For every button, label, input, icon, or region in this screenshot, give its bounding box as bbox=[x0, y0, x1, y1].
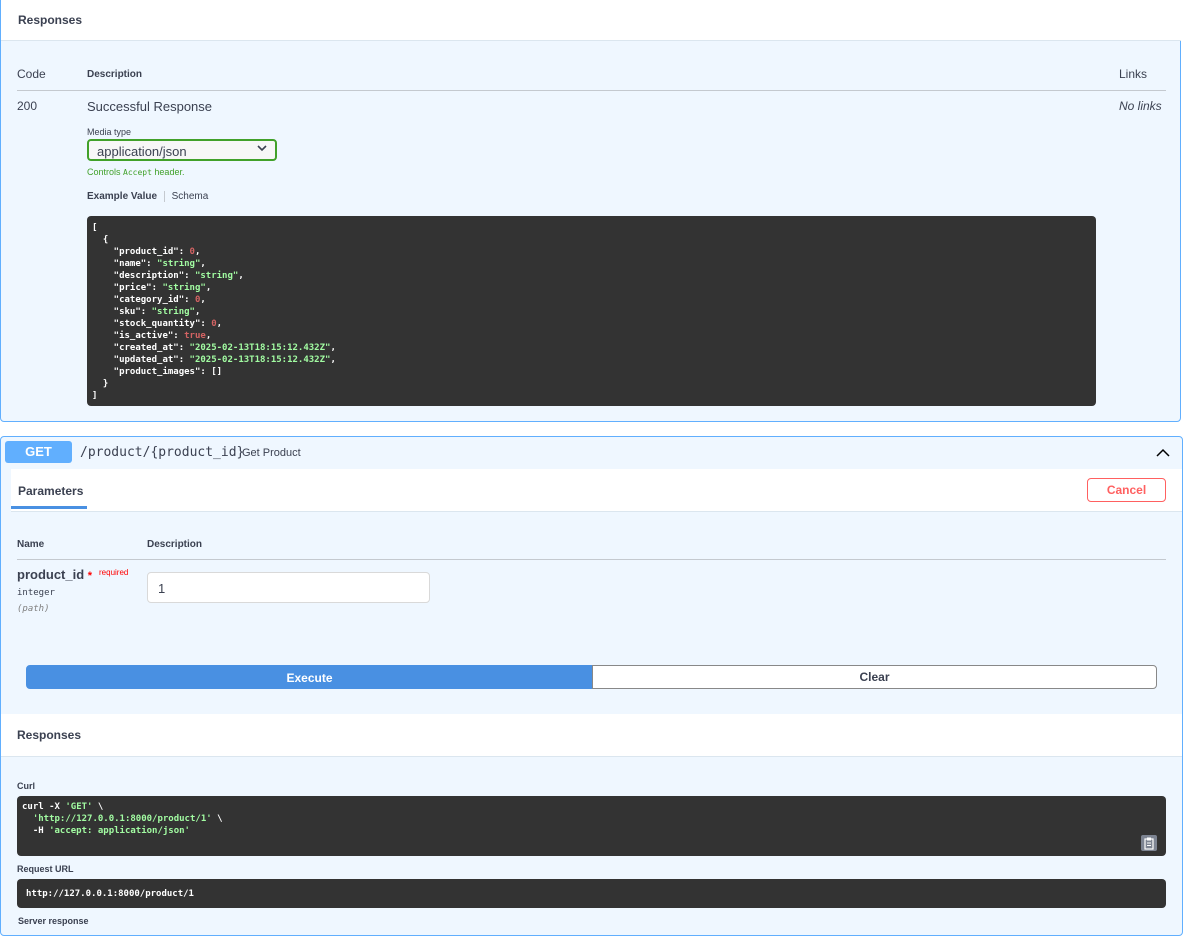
product-id-input[interactable]: 1 bbox=[147, 572, 430, 603]
execute-button[interactable]: Execute bbox=[26, 665, 593, 689]
col-param-description-header: Description bbox=[147, 539, 203, 550]
operation-summary[interactable]: Get Product bbox=[242, 447, 301, 459]
param-type: integer bbox=[17, 588, 55, 598]
curl-line: curl -X 'GET' \ bbox=[22, 802, 104, 812]
parameters-bar bbox=[11, 469, 1182, 512]
code-line: "stock_quantity": 0, bbox=[92, 319, 223, 329]
code-line: "price": "string", bbox=[92, 283, 212, 293]
param-required-label: required bbox=[99, 568, 129, 577]
cancel-button[interactable]: Cancel bbox=[1087, 478, 1166, 502]
param-header-divider bbox=[17, 559, 1166, 560]
request-url-label: Request URL bbox=[17, 864, 74, 874]
clipboard-icon[interactable] bbox=[1141, 835, 1157, 851]
tab-parameters[interactable]: Parameters bbox=[18, 484, 83, 498]
media-type-value: application/json bbox=[97, 144, 187, 159]
operation-path[interactable]: /product/{product_id} bbox=[80, 445, 244, 460]
media-type-select[interactable]: application/json bbox=[87, 139, 277, 161]
code-line: "is_active": true, bbox=[92, 331, 212, 341]
col-links-header: Links bbox=[1119, 67, 1148, 81]
code-line: ] bbox=[92, 391, 98, 401]
col-name-header: Name bbox=[17, 539, 45, 550]
curl-label: Curl bbox=[17, 781, 35, 791]
method-badge: GET bbox=[5, 441, 72, 463]
response-description: Successful Response bbox=[87, 99, 213, 114]
code-line: [ bbox=[92, 223, 98, 233]
code-line: } bbox=[92, 379, 109, 389]
code-line: "category_id": 0, bbox=[92, 295, 206, 305]
live-responses-header bbox=[1, 714, 1182, 757]
curl-line: 'http://127.0.0.1:8000/product/1' \ bbox=[32, 814, 223, 824]
col-code-header: Code bbox=[17, 67, 46, 81]
code-line: "name": "string", bbox=[92, 259, 206, 269]
tab-example-value[interactable]: Example Value bbox=[87, 191, 157, 202]
code-line: "product_id": 0, bbox=[92, 247, 201, 257]
param-name: product_id * bbox=[17, 567, 93, 582]
request-url-value: http://127.0.0.1:8000/product/1 bbox=[26, 889, 194, 899]
code-line: { bbox=[92, 235, 109, 245]
example-value-code: [ { "product_id": 0, "name": "string", "… bbox=[87, 216, 1096, 406]
responses-header bbox=[1, 0, 1181, 41]
response-code: 200 bbox=[17, 99, 38, 113]
code-line: "sku": "string", bbox=[92, 307, 201, 317]
header-divider bbox=[17, 90, 1166, 91]
media-type-label: Media type bbox=[87, 127, 132, 137]
col-description-header: Description bbox=[87, 69, 143, 80]
response-links: No links bbox=[1119, 99, 1162, 113]
curl-line: -H 'accept: application/json' bbox=[22, 826, 190, 836]
curl-code-block[interactable]: curl -X 'GET' \ 'http://127.0.0.1:8000/p… bbox=[17, 796, 1166, 856]
request-url-block: http://127.0.0.1:8000/product/1 bbox=[17, 879, 1166, 908]
tab-schema[interactable]: Schema bbox=[172, 191, 209, 202]
server-response-label: Server response bbox=[18, 916, 89, 926]
responses-title: Responses bbox=[18, 13, 83, 27]
chevron-down-icon bbox=[257, 143, 267, 156]
tab-divider bbox=[163, 191, 165, 202]
live-responses-title: Responses bbox=[17, 728, 82, 742]
param-location: (path) bbox=[17, 604, 50, 614]
clear-button[interactable]: Clear bbox=[592, 665, 1157, 689]
parameters-tab-underline bbox=[11, 506, 87, 509]
code-line: "created_at": "2025-02-13T18:15:12.432Z"… bbox=[92, 343, 336, 353]
code-line: "product_images": [] bbox=[92, 367, 223, 377]
example-schema-tabs: Example Value Schema bbox=[87, 191, 208, 202]
code-line: "description": "string", bbox=[92, 271, 244, 281]
code-line: "updated_at": "2025-02-13T18:15:12.432Z"… bbox=[92, 355, 336, 365]
controls-accept-note: Controls Accept header. bbox=[87, 167, 185, 177]
chevron-up-icon[interactable] bbox=[1156, 446, 1170, 464]
